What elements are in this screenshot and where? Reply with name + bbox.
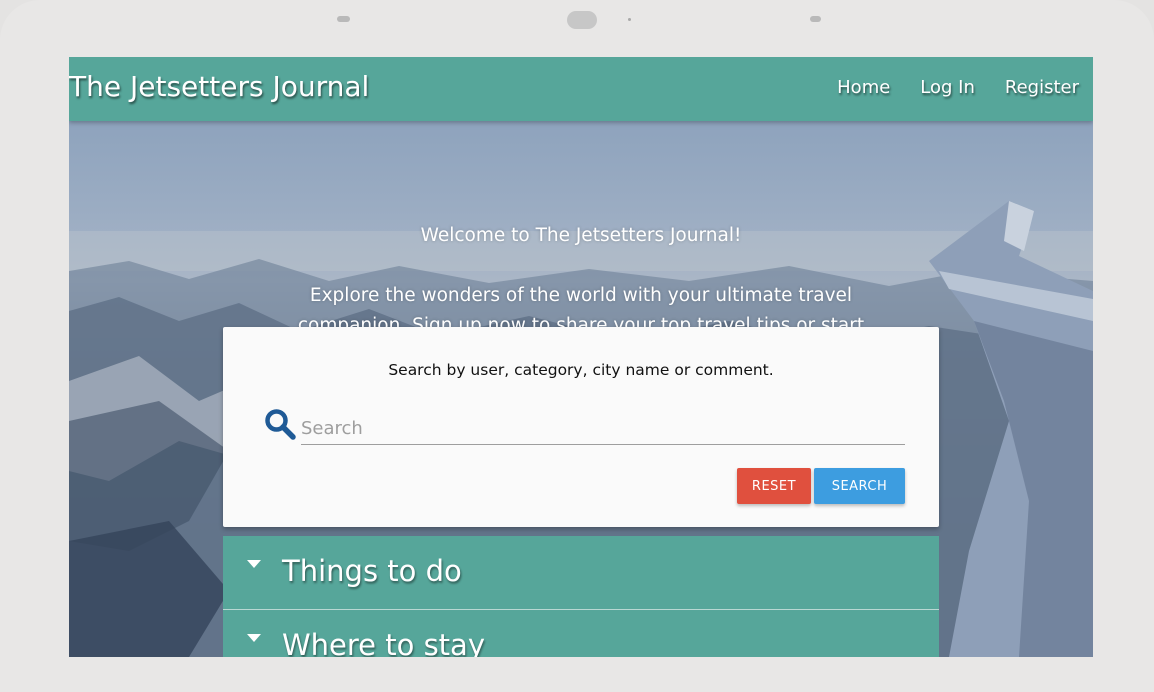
nav-login-link[interactable]: Log In [920, 77, 975, 98]
reset-button[interactable]: RESET [737, 468, 811, 504]
accordion-item-things-to-do[interactable]: Things to do [223, 536, 939, 610]
tablet-frame: The Jetsetters Journal Home Log In Regis… [0, 0, 1154, 692]
search-prompt: Search by user, category, city name or c… [388, 361, 774, 379]
search-icon [265, 409, 296, 440]
search-card: Search by user, category, city name or c… [223, 327, 939, 527]
accordion-label: Things to do [282, 554, 462, 588]
front-camera [567, 11, 597, 29]
welcome-heading: Welcome to The Jetsetters Journal! [420, 225, 742, 246]
sensor-left [337, 16, 350, 22]
category-accordion: Things to do Where to stay [223, 536, 939, 657]
sensor-right [810, 16, 821, 22]
search-input[interactable] [301, 413, 905, 445]
caret-down-icon [247, 560, 261, 568]
search-button[interactable]: SEARCH [814, 468, 905, 504]
caret-down-icon [247, 634, 261, 642]
nav-links: Home Log In Register [837, 77, 1079, 98]
accordion-label: Where to stay [282, 628, 485, 657]
brand-logo[interactable]: The Jetsetters Journal [69, 70, 369, 103]
navbar: The Jetsetters Journal Home Log In Regis… [69, 57, 1093, 121]
nav-home-link[interactable]: Home [837, 77, 890, 98]
nav-register-link[interactable]: Register [1005, 77, 1079, 98]
camera-dot [628, 18, 631, 21]
accordion-item-where-to-stay[interactable]: Where to stay [223, 610, 939, 657]
screen: The Jetsetters Journal Home Log In Regis… [69, 57, 1093, 657]
